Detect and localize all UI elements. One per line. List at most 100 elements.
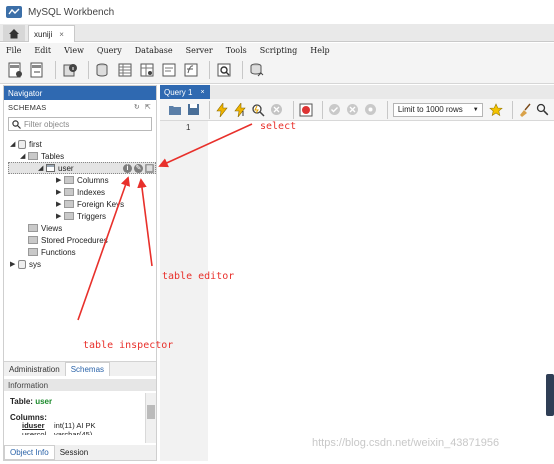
explain-button[interactable] — [251, 102, 265, 117]
home-icon — [9, 28, 19, 38]
menu-bar: File Edit View Query Database Server Too… — [0, 43, 554, 57]
tree-item-triggers[interactable]: ▶ Triggers — [56, 210, 106, 222]
tab-schemas[interactable]: Schemas — [64, 362, 111, 376]
rollback-icon — [347, 104, 359, 115]
scrollbar-thumb[interactable] — [147, 405, 155, 419]
beautify-button[interactable] — [518, 102, 532, 117]
toolbar-separator — [242, 61, 243, 79]
table-grid-icon[interactable]: ▦ — [145, 163, 154, 173]
menu-edit[interactable]: Edit — [34, 46, 51, 55]
folder-open-icon — [169, 105, 182, 115]
function-icon — [184, 63, 198, 77]
stop-button[interactable] — [269, 102, 283, 117]
tab-session[interactable]: Session — [55, 446, 93, 459]
open-file-button[interactable] — [168, 102, 182, 117]
execute-button[interactable] — [215, 102, 229, 117]
reconnect-icon — [250, 63, 264, 77]
menu-file[interactable]: File — [6, 46, 21, 55]
expand-arrow-icon[interactable]: ▶ — [10, 260, 18, 268]
tree-item-stored-procedures[interactable]: Stored Procedures — [28, 234, 108, 246]
info-column-name: iduser — [22, 421, 45, 430]
tab-administration[interactable]: Administration — [4, 363, 65, 376]
open-sql-script-button[interactable] — [28, 61, 46, 79]
connection-tab-close-icon[interactable]: × — [59, 30, 64, 39]
tree-item-label: Triggers — [77, 211, 107, 221]
tree-item-foreign-keys[interactable]: ▶ Foreign Keys — [56, 198, 124, 210]
window-title: MySQL Workbench — [28, 6, 115, 18]
wrench-icon[interactable]: ✎ — [134, 163, 143, 173]
lightning-cursor-icon — [234, 102, 246, 117]
search-icon — [12, 119, 21, 129]
autocommit-button[interactable] — [364, 102, 378, 117]
schemas-section-header: SCHEMAS ↻ ⇱ — [4, 100, 156, 114]
view-icon — [140, 63, 154, 77]
commit-button[interactable] — [328, 102, 342, 117]
create-schema-button[interactable] — [94, 61, 112, 79]
create-procedure-button[interactable] — [160, 61, 178, 79]
menu-query[interactable]: Query — [97, 46, 122, 55]
toggle-stop-on-error-button[interactable] — [299, 102, 313, 117]
create-function-button[interactable] — [182, 61, 200, 79]
menu-server[interactable]: Server — [186, 46, 213, 55]
limit-rows-select[interactable]: Limit to 1000 rows ▼ — [392, 102, 483, 117]
create-table-button[interactable] — [116, 61, 134, 79]
execute-current-button[interactable] — [233, 102, 247, 117]
filter-objects-input[interactable] — [24, 119, 142, 129]
menu-database[interactable]: Database — [135, 46, 173, 55]
navigator-subtabs: Administration Schemas — [4, 361, 156, 376]
sql-editor[interactable] — [208, 121, 554, 461]
info-column-type: int(11) AI PK — [54, 421, 96, 430]
menu-view[interactable]: View — [64, 46, 84, 55]
connection-tab-label: xuniji — [34, 29, 53, 39]
save-file-button[interactable] — [186, 102, 200, 117]
tree-item-views[interactable]: Views — [28, 222, 62, 234]
folder-icon — [28, 248, 38, 256]
information-scrollbar[interactable] — [145, 393, 156, 443]
tree-item-user[interactable]: ◢ user i ✎ ▦ — [38, 162, 154, 174]
collapse-arrow-icon[interactable]: ◢ — [10, 140, 18, 148]
expand-arrow-icon[interactable]: ▶ — [56, 188, 64, 196]
refresh-icon[interactable]: ↻ — [134, 103, 140, 111]
database-icon — [96, 63, 108, 77]
search-table-data-button[interactable] — [215, 61, 233, 79]
new-sql-tab-button[interactable] — [6, 61, 24, 79]
menu-tools[interactable]: Tools — [226, 46, 247, 55]
find-button[interactable] — [536, 102, 550, 117]
tree-item-sys[interactable]: ▶ sys — [10, 258, 41, 270]
filter-objects-box[interactable] — [8, 117, 152, 131]
tree-item-columns[interactable]: ▶ Columns — [56, 174, 109, 186]
menu-help[interactable]: Help — [310, 46, 329, 55]
side-panel-toggle[interactable] — [546, 374, 554, 416]
expand-arrow-icon[interactable]: ▶ — [56, 212, 64, 220]
tree-item-tables[interactable]: ◢ Tables — [20, 150, 64, 162]
tree-item-first[interactable]: ◢ first — [10, 138, 42, 150]
query-tab-close-icon[interactable]: × — [200, 89, 204, 96]
tree-item-label: sys — [29, 259, 41, 269]
inspect-button[interactable] — [61, 61, 79, 79]
expand-arrow-icon[interactable]: ▶ — [56, 200, 64, 208]
reconnect-button[interactable] — [248, 61, 266, 79]
tab-object-info[interactable]: Object Info — [4, 445, 55, 460]
add-snippet-button[interactable] — [489, 102, 503, 117]
collapse-arrow-icon[interactable]: ◢ — [38, 164, 46, 172]
home-tab[interactable] — [3, 25, 25, 41]
query-tab[interactable]: Query 1 × — [160, 85, 210, 99]
tree-item-indexes[interactable]: ▶ Indexes — [56, 186, 105, 198]
expand-icon[interactable]: ⇱ — [145, 103, 151, 111]
tree-item-functions[interactable]: Functions — [28, 246, 76, 258]
menu-scripting[interactable]: Scripting — [260, 46, 298, 55]
folder-icon — [64, 212, 74, 220]
query-tab-bar: Query 1 × — [160, 85, 554, 99]
line-number: 1 — [186, 123, 191, 132]
info-icon[interactable]: i — [123, 163, 132, 173]
collapse-arrow-icon[interactable]: ◢ — [20, 152, 28, 160]
rollback-button[interactable] — [346, 102, 360, 117]
folder-icon — [28, 152, 38, 160]
expand-arrow-icon[interactable]: ▶ — [56, 176, 64, 184]
tree-item-label: first — [29, 139, 42, 149]
create-view-button[interactable] — [138, 61, 156, 79]
main-toolbar — [0, 57, 554, 84]
navigator-header: Navigator — [4, 86, 156, 100]
connection-tab[interactable]: xuniji × — [28, 25, 75, 42]
folder-icon — [64, 188, 74, 196]
